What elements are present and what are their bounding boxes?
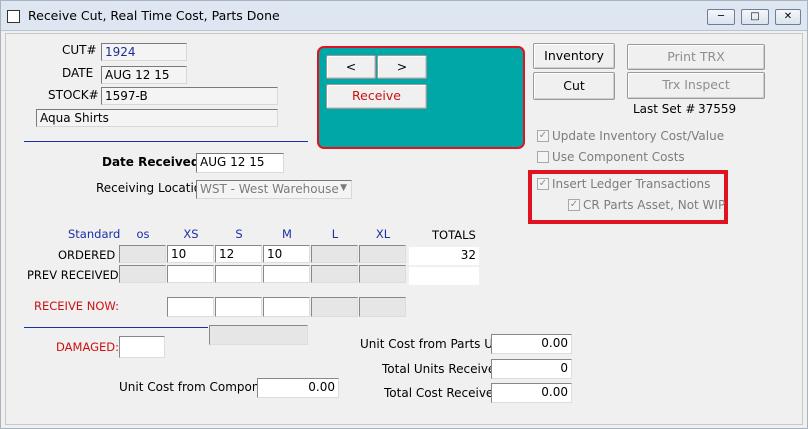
size-header-xl: XL — [375, 227, 391, 241]
last-set-label: Last Set # — [633, 102, 696, 116]
inventory-button[interactable]: Inventory — [533, 43, 615, 69]
maximize-button[interactable]: □ — [741, 9, 769, 25]
cr-parts-asset-label: CR Parts Asset, Not WIP — [583, 198, 726, 212]
title-bar: Receive Cut, Real Time Cost, Parts Done … — [1, 1, 807, 31]
receive-now-label: RECEIVE NOW: — [34, 299, 119, 313]
prev-xs-cell[interactable] — [167, 265, 214, 283]
unit-cost-parts-field[interactable]: 0.00 — [491, 334, 572, 354]
prev-s-cell[interactable] — [215, 265, 262, 283]
ordered-xl-cell[interactable] — [359, 245, 406, 263]
date-field[interactable]: AUG 12 15 — [101, 66, 187, 84]
total-cost-received-field[interactable]: 0.00 — [491, 383, 572, 403]
ordered-s-cell[interactable]: 12 — [215, 245, 262, 263]
window-title: Receive Cut, Real Time Cost, Parts Done — [28, 8, 280, 23]
insert-ledger-label: Insert Ledger Transactions — [552, 177, 711, 191]
date-label: DATE — [62, 66, 94, 80]
prev-m-cell[interactable] — [263, 265, 310, 283]
minimize-icon: ─ — [717, 11, 725, 22]
date-received-label: Date Received — [102, 155, 200, 169]
ordered-os-cell[interactable] — [119, 245, 166, 263]
size-scale-label: Standard — [68, 227, 121, 241]
size-header-xs: XS — [183, 227, 199, 241]
total-units-received-label: Total Units Received — [382, 362, 503, 376]
unit-cost-components-field[interactable]: 0.00 — [257, 378, 339, 398]
ordered-xs-cell[interactable]: 10 — [167, 245, 214, 263]
damaged-label: DAMAGED: — [56, 340, 120, 354]
cut-button[interactable]: Cut — [533, 72, 615, 100]
date-received-field[interactable]: AUG 12 15 — [196, 153, 284, 173]
receiving-location-label: Receiving Location — [96, 181, 209, 195]
prev-l-cell[interactable] — [311, 265, 358, 283]
insert-ledger-checkbox[interactable]: ✓ — [537, 178, 549, 190]
prev-xl-cell[interactable] — [359, 265, 406, 283]
prev-total-cell — [409, 267, 479, 285]
last-set-value: 37559 — [698, 102, 737, 116]
size-header-l: L — [331, 227, 339, 241]
total-units-received-field[interactable]: 0 — [491, 359, 572, 379]
separator-line — [24, 141, 308, 142]
size-header-s: S — [235, 227, 243, 241]
ledger-options-highlight: ✓ Insert Ledger Transactions ✓ CR Parts … — [528, 170, 728, 224]
update-inventory-checkbox[interactable]: ✓ — [537, 130, 549, 142]
damaged-size-field[interactable] — [209, 325, 308, 345]
receive-now-xl-input[interactable] — [359, 297, 406, 317]
maximize-icon: □ — [750, 11, 760, 22]
description-field[interactable]: Aqua Shirts — [36, 109, 278, 127]
ordered-total-cell: 32 — [409, 247, 479, 265]
update-inventory-label: Update Inventory Cost/Value — [552, 129, 725, 143]
minimize-button[interactable]: ─ — [707, 9, 735, 25]
receive-button[interactable]: Receive — [326, 84, 427, 109]
cut-number-field[interactable]: 1924 — [101, 43, 187, 61]
receive-window: Receive Cut, Real Time Cost, Parts Done … — [0, 0, 808, 429]
ordered-label: ORDERED — [58, 248, 116, 262]
trx-inspect-button[interactable]: Trx Inspect — [627, 72, 765, 99]
previous-button[interactable]: < — [326, 55, 376, 79]
prev-received-label: PREV RECEIVED — [27, 268, 119, 282]
ordered-l-cell[interactable] — [311, 245, 358, 263]
use-component-costs-checkbox[interactable] — [537, 151, 549, 163]
form-body: CUT# 1924 DATE AUG 12 15 STOCK# 1597-B A… — [5, 33, 803, 425]
next-button[interactable]: > — [377, 55, 427, 79]
size-header-os: os — [136, 227, 150, 241]
window-icon — [7, 10, 20, 23]
cr-parts-asset-checkbox[interactable]: ✓ — [568, 199, 580, 211]
prev-os-cell[interactable] — [119, 265, 166, 283]
stock-number-field[interactable]: 1597-B — [101, 87, 278, 105]
receive-now-s-input[interactable] — [215, 297, 262, 317]
navigation-panel: < > Receive — [317, 46, 525, 149]
use-component-costs-label: Use Component Costs — [552, 150, 685, 164]
cut-label: CUT# — [62, 43, 97, 57]
receiving-location-value: WST - West Warehouse — [200, 182, 339, 196]
damaged-input[interactable] — [119, 336, 165, 358]
ordered-m-cell[interactable]: 10 — [263, 245, 310, 263]
receive-now-m-input[interactable] — [263, 297, 310, 317]
close-icon: ✕ — [783, 11, 793, 22]
size-header-m: M — [282, 227, 292, 241]
chevron-down-icon: ▼ — [340, 183, 347, 193]
separator-line — [24, 327, 208, 328]
total-cost-received-label: Total Cost Received — [384, 386, 501, 400]
receive-now-l-input[interactable] — [311, 297, 358, 317]
stock-label: STOCK# — [48, 88, 99, 102]
close-button[interactable]: ✕ — [775, 9, 801, 25]
totals-header: TOTALS — [432, 228, 476, 242]
receiving-location-select[interactable]: WST - West Warehouse ▼ — [196, 180, 352, 199]
print-trx-button[interactable]: Print TRX — [627, 44, 765, 70]
receive-now-xs-input[interactable] — [167, 297, 214, 317]
